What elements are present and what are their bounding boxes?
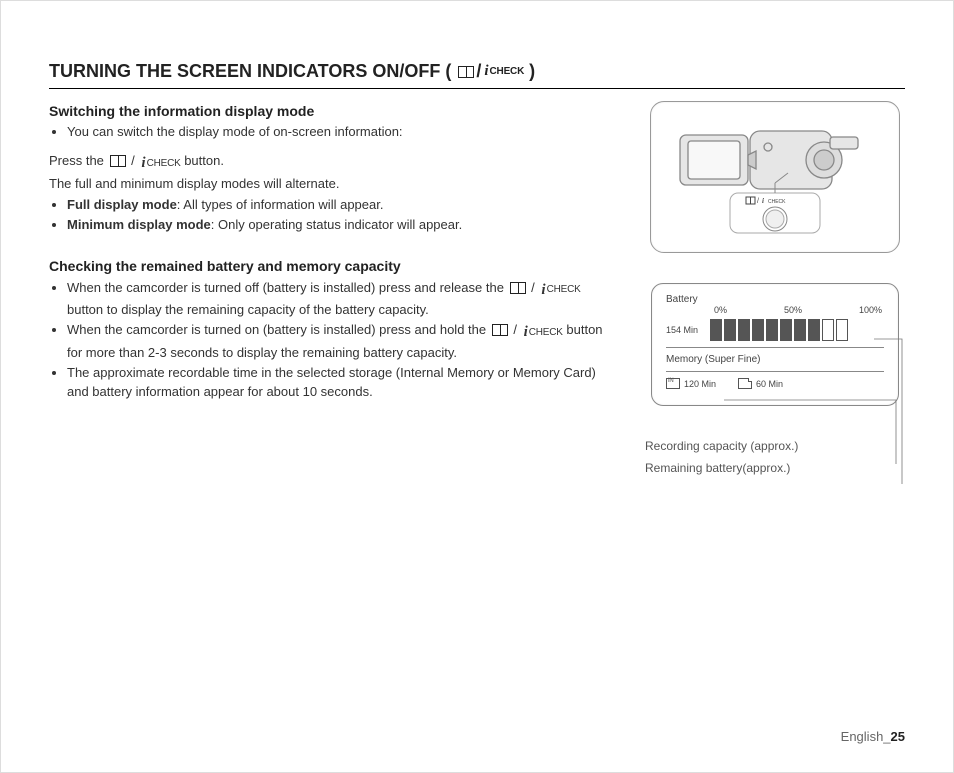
display-icon bbox=[456, 66, 476, 78]
memory-internal-value: 120 Min bbox=[684, 379, 716, 389]
press-line: Press the / iCHECK button. The full and … bbox=[49, 152, 617, 194]
svg-text:i: i bbox=[762, 197, 764, 205]
check-item-3: The approximate recordable time in the s… bbox=[67, 364, 617, 402]
scale-100: 100% bbox=[859, 305, 882, 315]
min-display-item: Minimum display mode: Only operating sta… bbox=[67, 216, 617, 235]
check1-pre: When the camcorder is turned off (batter… bbox=[67, 280, 508, 295]
manual-page: TURNING THE SCREEN INDICATORS ON/OFF ( /… bbox=[0, 0, 954, 773]
leader-lines-icon bbox=[884, 284, 904, 514]
battery-bar bbox=[766, 319, 778, 341]
title-text-right: ) bbox=[524, 61, 535, 82]
svg-text:/: / bbox=[757, 198, 759, 205]
scale-50: 50% bbox=[784, 305, 802, 315]
check2-pre: When the camcorder is turned on (battery… bbox=[67, 322, 490, 337]
camcorder-icon: / i CHECK bbox=[670, 117, 880, 237]
battery-memory-panel: Battery 0% 50% 100% 154 Min Memory (Supe… bbox=[651, 283, 899, 406]
battery-bar bbox=[710, 319, 722, 341]
press-post: button. bbox=[184, 153, 224, 168]
diagram-check-label: CHECK bbox=[768, 199, 786, 205]
callout-remaining: Remaining battery(approx.) bbox=[645, 458, 905, 480]
full-text: : All types of information will appear. bbox=[177, 197, 384, 212]
display-icon bbox=[490, 324, 510, 336]
slash: / bbox=[531, 280, 538, 295]
memory-internal-icon bbox=[666, 378, 680, 389]
switching-intro-bullet: You can switch the display mode of on-sc… bbox=[67, 123, 617, 142]
battery-bar bbox=[738, 319, 750, 341]
battery-bar bbox=[780, 319, 792, 341]
full-display-item: Full display mode: All types of informat… bbox=[67, 196, 617, 215]
battery-remaining: 154 Min bbox=[666, 325, 698, 335]
callout-recording: Recording capacity (approx.) bbox=[645, 436, 905, 458]
check1-post: button to display the remaining capacity… bbox=[67, 302, 429, 317]
min-text: : Only operating status indicator will a… bbox=[211, 217, 462, 232]
battery-label: Battery bbox=[666, 294, 884, 305]
panel-divider bbox=[666, 347, 884, 348]
callouts: Recording capacity (approx.) Remaining b… bbox=[645, 436, 905, 479]
footer-page: 25 bbox=[891, 729, 905, 744]
memory-internal: 120 Min bbox=[666, 378, 716, 389]
battery-bar bbox=[794, 319, 806, 341]
info-check-icon: iCHECK bbox=[138, 153, 180, 175]
mode-list: Full display mode: All types of informat… bbox=[49, 196, 617, 235]
press-pre: Press the bbox=[49, 153, 108, 168]
display-icon bbox=[108, 155, 128, 167]
battery-bars bbox=[710, 319, 848, 341]
subhead-checking: Checking the remained battery and memory… bbox=[49, 256, 617, 276]
battery-bar bbox=[808, 319, 820, 341]
scale-0: 0% bbox=[714, 305, 727, 315]
battery-bar bbox=[752, 319, 764, 341]
page-title: TURNING THE SCREEN INDICATORS ON/OFF ( /… bbox=[49, 61, 905, 82]
camcorder-figure: / i CHECK bbox=[650, 101, 900, 253]
display-icon bbox=[508, 282, 528, 294]
battery-bar bbox=[822, 319, 834, 341]
info-check-icon: iCHECK bbox=[538, 280, 580, 302]
memory-card-icon bbox=[738, 378, 752, 389]
battery-row: 154 Min bbox=[666, 319, 884, 341]
memory-card: 60 Min bbox=[738, 378, 783, 389]
check-item-1: When the camcorder is turned off (batter… bbox=[67, 279, 617, 321]
memory-row: 120 Min 60 Min bbox=[666, 378, 884, 389]
footer-lang: English_ bbox=[841, 729, 891, 744]
check-item-2: When the camcorder is turned on (battery… bbox=[67, 321, 617, 363]
panel-divider-2 bbox=[666, 371, 884, 372]
info-check-icon: iCHECK bbox=[521, 322, 563, 344]
battery-scale: 0% 50% 100% bbox=[666, 305, 884, 315]
battery-bar bbox=[724, 319, 736, 341]
subhead-switching: Switching the information display mode bbox=[49, 101, 617, 121]
slash: / bbox=[131, 153, 138, 168]
min-label: Minimum display mode bbox=[67, 217, 211, 232]
figure-column: / i CHECK Battery 0% 50% bbox=[645, 101, 905, 479]
body-column: Switching the information display mode Y… bbox=[49, 101, 617, 479]
memory-card-value: 60 Min bbox=[756, 379, 783, 389]
page-footer: English_25 bbox=[841, 729, 905, 744]
title-text-left: TURNING THE SCREEN INDICATORS ON/OFF ( bbox=[49, 61, 456, 82]
alternate-line: The full and minimum display modes will … bbox=[49, 176, 339, 191]
full-label: Full display mode bbox=[67, 197, 177, 212]
checking-list: When the camcorder is turned off (batter… bbox=[49, 279, 617, 402]
switching-intro-list: You can switch the display mode of on-sc… bbox=[49, 123, 617, 142]
info-check-icon: iCHECK bbox=[481, 63, 524, 80]
slash: / bbox=[513, 322, 520, 337]
content-row: Switching the information display mode Y… bbox=[49, 101, 905, 479]
battery-bar bbox=[836, 319, 848, 341]
memory-label: Memory (Super Fine) bbox=[666, 354, 884, 365]
title-divider bbox=[49, 88, 905, 89]
